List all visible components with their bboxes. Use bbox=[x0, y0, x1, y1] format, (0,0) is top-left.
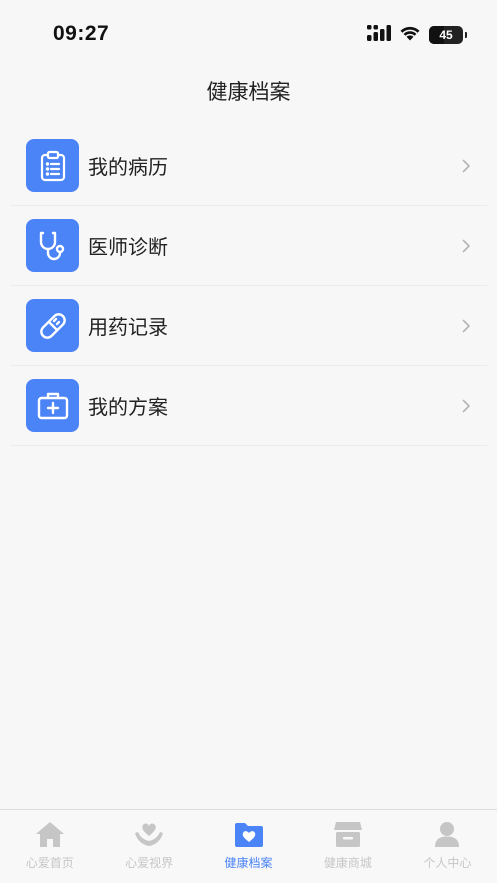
tab-bar: 心爱首页 心爱视界 健康档案 健康商城 个人中心 bbox=[0, 809, 497, 883]
menu-item-doctor-diagnosis[interactable]: 医师诊断 bbox=[10, 206, 487, 286]
battery-cap bbox=[465, 32, 467, 38]
menu-item-label: 用药记录 bbox=[88, 315, 168, 339]
home-icon bbox=[34, 819, 66, 849]
tab-label: 健康档案 bbox=[224, 856, 273, 870]
menu-item-label: 我的方案 bbox=[88, 395, 168, 419]
menu-list: 我的病历 医师诊断 用药记录 我的方案 bbox=[0, 126, 497, 446]
tab-vision[interactable]: 心爱视界 bbox=[99, 810, 198, 883]
page-title: 健康档案 bbox=[206, 80, 291, 104]
tab-label: 心爱首页 bbox=[25, 856, 74, 870]
cellular-signal-icon bbox=[367, 25, 391, 45]
tab-health-records[interactable]: 健康档案 bbox=[199, 810, 298, 883]
heart-hands-icon bbox=[133, 819, 165, 849]
battery-percent: 45 bbox=[439, 28, 453, 42]
tab-home[interactable]: 心爱首页 bbox=[0, 810, 99, 883]
status-icons: 45 bbox=[367, 24, 467, 46]
tab-profile[interactable]: 个人中心 bbox=[398, 810, 497, 883]
medical-kit-icon bbox=[26, 379, 79, 432]
menu-item-medication-records[interactable]: 用药记录 bbox=[10, 286, 487, 366]
stethoscope-icon bbox=[26, 219, 79, 272]
chevron-right-icon bbox=[459, 239, 473, 253]
heart-folder-icon bbox=[233, 819, 265, 849]
chevron-right-icon bbox=[459, 399, 473, 413]
tab-label: 健康商城 bbox=[323, 856, 372, 870]
battery-icon: 45 bbox=[429, 26, 463, 44]
menu-item-medical-records[interactable]: 我的病历 bbox=[10, 126, 487, 206]
status-time: 09:27 bbox=[53, 22, 110, 45]
menu-item-my-plan[interactable]: 我的方案 bbox=[10, 366, 487, 446]
store-icon bbox=[332, 819, 364, 849]
user-icon bbox=[431, 819, 463, 849]
tab-health-store[interactable]: 健康商城 bbox=[298, 810, 397, 883]
tab-label: 个人中心 bbox=[423, 856, 472, 870]
pill-icon bbox=[26, 299, 79, 352]
wifi-icon bbox=[399, 25, 421, 45]
status-bar: 09:27 45 bbox=[0, 0, 497, 64]
chevron-right-icon bbox=[459, 319, 473, 333]
tab-label: 心爱视界 bbox=[125, 856, 174, 870]
menu-item-label: 我的病历 bbox=[88, 155, 168, 179]
clipboard-list-icon bbox=[26, 139, 79, 192]
menu-item-label: 医师诊断 bbox=[88, 235, 168, 259]
chevron-right-icon bbox=[459, 159, 473, 173]
